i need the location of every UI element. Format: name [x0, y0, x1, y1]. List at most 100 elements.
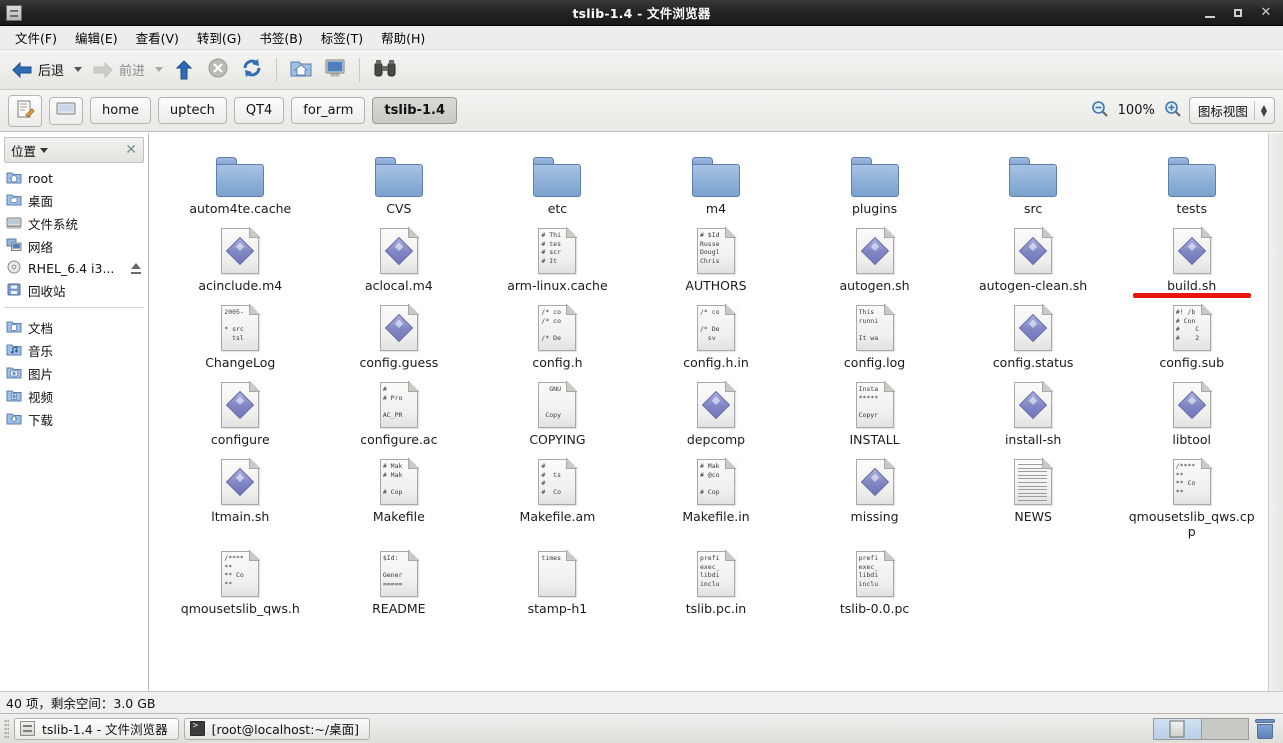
file-item[interactable]: This runni It wa config.log [795, 297, 954, 372]
menu-tabs[interactable]: 标签(T) [312, 25, 372, 50]
sidebar-item-network[interactable]: 网络 [0, 235, 148, 258]
file-item[interactable]: #! /b # Con # C # 2 config.sub [1112, 297, 1271, 372]
file-item[interactable]: CVS [320, 143, 479, 218]
breadcrumb-uptech[interactable]: uptech [157, 97, 227, 124]
sidebar-item-music[interactable]: 音乐 [0, 339, 148, 362]
workspace-switcher[interactable] [1153, 717, 1249, 740]
menu-help[interactable]: 帮助(H) [372, 25, 434, 50]
file-item[interactable]: /* co /* De sv config.h.in [637, 297, 796, 372]
computer-crumb-button[interactable] [49, 96, 83, 125]
file-item[interactable]: /* co /* co /* De config.h [478, 297, 637, 372]
file-item[interactable]: # $Id Russe Dougl Chris AUTHORS [637, 220, 796, 295]
stop-button[interactable] [202, 54, 234, 86]
file-item[interactable]: # # Pro AC_PR configure.ac [320, 374, 479, 449]
view-mode-select[interactable]: 图标视图 ▲ ▼ [1188, 97, 1275, 124]
zoom-in-icon[interactable] [1164, 100, 1182, 122]
menu-file[interactable]: 文件(F) [6, 25, 66, 50]
file-item[interactable]: # # ts # # Co Makefile.am [478, 451, 637, 541]
breadcrumb-qt4[interactable]: QT4 [233, 97, 285, 124]
menu-go[interactable]: 转到(G) [188, 25, 250, 50]
sidebar-item-documents[interactable]: 文档 [0, 316, 148, 339]
up-button[interactable] [168, 56, 200, 84]
file-item[interactable]: autom4te.cache [161, 143, 320, 218]
file-item[interactable]: prefi exec_ libdi inclu tslib-0.0.pc [795, 543, 954, 618]
file-item[interactable]: config.status [954, 297, 1113, 372]
sidebar-item-downloads[interactable]: 下载 [0, 408, 148, 431]
edit-location-button[interactable] [8, 94, 42, 127]
sidebar-item-trash[interactable]: 回收站 [0, 279, 148, 302]
file-item-label: tslib-0.0.pc [839, 601, 910, 616]
workspace-2[interactable] [1202, 719, 1249, 739]
file-item[interactable]: /**** ** ** Co ** qmousetslib_qws.cpp [1112, 451, 1271, 541]
file-item[interactable]: 2005- * src tsl ChangeLog [161, 297, 320, 372]
file-item[interactable]: autogen-clean.sh [954, 220, 1113, 295]
sidebar-item-root[interactable]: root [0, 168, 148, 189]
minimize-button[interactable] [1203, 6, 1217, 20]
home-button[interactable] [285, 55, 317, 85]
file-item[interactable]: NEWS [954, 451, 1113, 541]
file-item-label: COPYING [529, 432, 586, 447]
file-item[interactable]: config.guess [320, 297, 479, 372]
sidebar-item-desktop[interactable]: 桌面 [0, 189, 148, 212]
sidebar-item-filesystem[interactable]: 文件系统 [0, 212, 148, 235]
file-item[interactable]: m4 [637, 143, 796, 218]
file-item[interactable]: tests [1112, 143, 1271, 218]
file-item[interactable]: autogen.sh [795, 220, 954, 295]
taskbar-button-terminal[interactable]: [root@localhost:~/桌面] [183, 717, 370, 740]
forward-button[interactable]: 前进 [87, 56, 150, 84]
file-item[interactable]: etc [478, 143, 637, 218]
close-button[interactable]: ✕ [1259, 5, 1273, 20]
file-item[interactable]: depcomp [637, 374, 796, 449]
forward-history-chevron-down-icon[interactable] [155, 67, 164, 72]
file-item[interactable]: src [954, 143, 1113, 218]
computer-button[interactable] [319, 55, 351, 85]
file-item[interactable]: $Id: Gener ===== README [320, 543, 479, 618]
breadcrumb-tslib[interactable]: tslib-1.4 [372, 97, 458, 124]
menu-view[interactable]: 查看(V) [127, 25, 188, 50]
file-icon-view[interactable]: autom4te.cache CVS etc m4 plugins src tests aci… [149, 133, 1283, 691]
file-item[interactable]: GNU Copy COPYING [478, 374, 637, 449]
taskbar-grip-handle[interactable] [4, 718, 9, 739]
file-item[interactable]: build.sh [1112, 220, 1271, 295]
sidebar-item-videos[interactable]: 视频 [0, 385, 148, 408]
file-item[interactable]: acinclude.m4 [161, 220, 320, 295]
eject-icon[interactable] [131, 263, 142, 274]
sidebar-close-icon[interactable]: ✕ [125, 142, 137, 158]
taskbar-button-file-manager[interactable]: tslib-1.4 - 文件浏览器 [14, 717, 179, 740]
file-item[interactable]: # Mak # @co # Cop Makefile.in [637, 451, 796, 541]
back-button[interactable]: 后退 [6, 56, 69, 84]
zoom-out-icon[interactable] [1091, 100, 1109, 122]
file-item[interactable]: # Thi # tes # scr # It arm-linux.cache [478, 220, 637, 295]
chevron-down-icon[interactable] [40, 147, 49, 153]
search-button[interactable] [368, 55, 402, 85]
folder-icon [1167, 147, 1216, 197]
breadcrumb-home[interactable]: home [90, 97, 151, 124]
file-item[interactable]: configure [161, 374, 320, 449]
workspace-1[interactable] [1154, 718, 1202, 739]
file-item[interactable]: /**** ** ** Co ** qmousetslib_qws.h [161, 543, 320, 618]
places-header[interactable]: 位置 ✕ [4, 137, 144, 163]
file-item[interactable]: plugins [795, 143, 954, 218]
file-item[interactable]: Insta ***** Copyr INSTALL [795, 374, 954, 449]
file-item-label: depcomp [686, 432, 746, 447]
file-item[interactable]: missing [795, 451, 954, 541]
file-item[interactable]: # Mak # Mak # Cop Makefile [320, 451, 479, 541]
breadcrumb-for-arm[interactable]: for_arm [291, 97, 366, 124]
menu-edit[interactable]: 编辑(E) [66, 25, 127, 50]
vertical-scrollbar[interactable] [1268, 133, 1283, 691]
file-item[interactable]: install-sh [954, 374, 1113, 449]
back-history-chevron-down-icon[interactable] [74, 67, 83, 72]
sidebar-item-rhel-disc[interactable]: RHEL_6.4 i3... [0, 258, 148, 279]
reload-button[interactable] [236, 54, 268, 86]
file-item[interactable]: aclocal.m4 [320, 220, 479, 295]
file-item[interactable]: times stamp-h1 [478, 543, 637, 618]
view-mode-label: 图标视图 [1197, 104, 1248, 119]
menu-bookmarks[interactable]: 书签(B) [250, 25, 311, 50]
sidebar-item-pictures[interactable]: 图片 [0, 362, 148, 385]
edit-location-icon [15, 99, 35, 123]
maximize-button[interactable] [1231, 6, 1245, 20]
trash-icon[interactable] [1255, 718, 1275, 739]
file-item[interactable]: libtool [1112, 374, 1271, 449]
file-item[interactable]: ltmain.sh [161, 451, 320, 541]
file-item[interactable]: prefi exec_ libdi inclu tslib.pc.in [637, 543, 796, 618]
